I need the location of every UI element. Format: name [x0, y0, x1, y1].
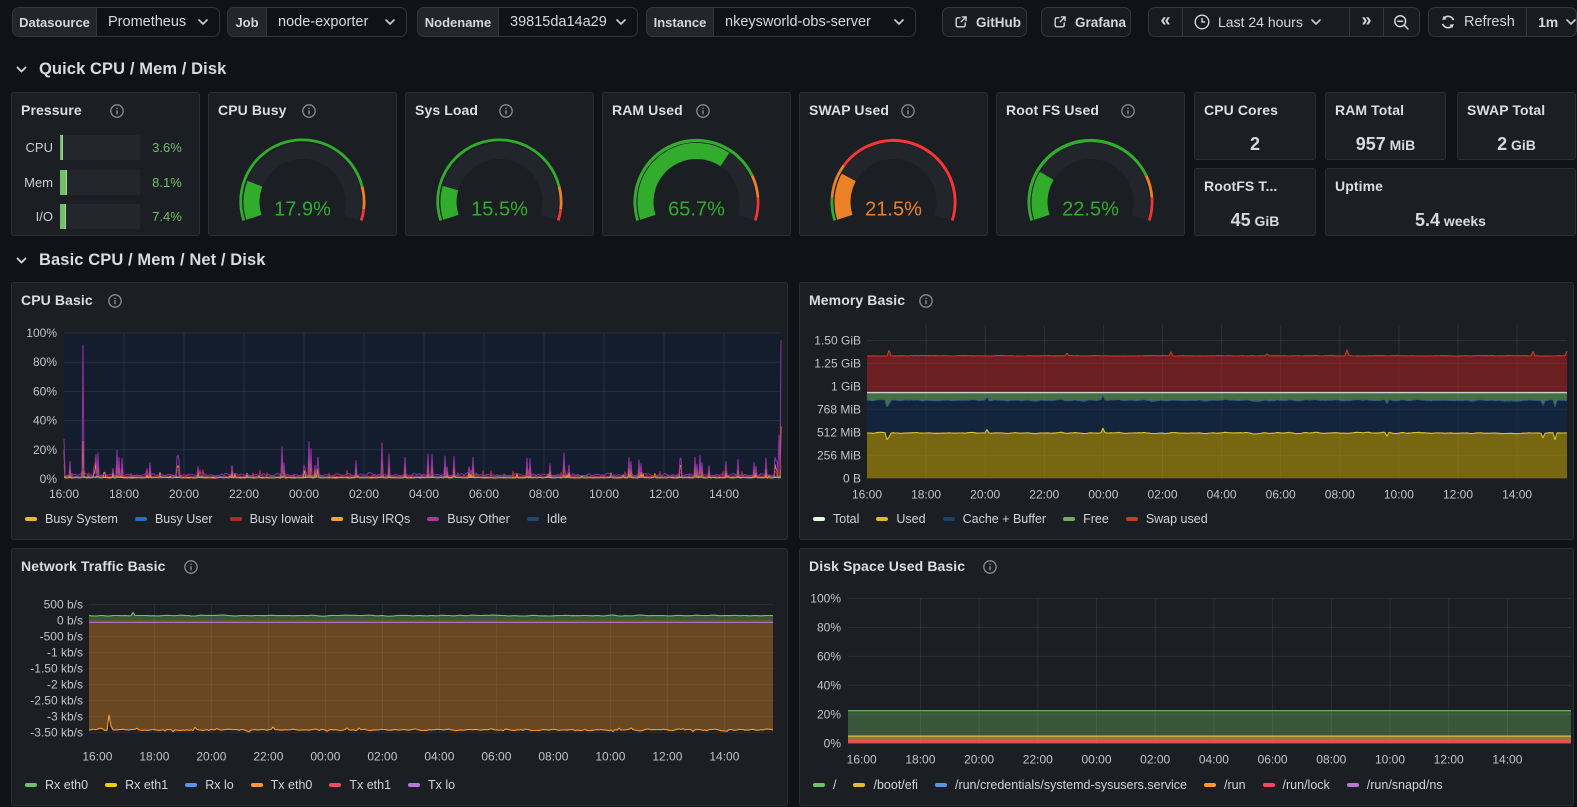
svg-text:40%: 40%	[817, 678, 841, 692]
svg-text:20%: 20%	[33, 443, 57, 457]
svg-text:18:00: 18:00	[139, 749, 169, 763]
svg-text:-2 kb/s: -2 kb/s	[47, 677, 83, 691]
svg-text:22:00: 22:00	[1023, 752, 1053, 766]
svg-text:22.5%: 22.5%	[1062, 199, 1119, 221]
svg-text:20:00: 20:00	[196, 749, 226, 763]
svg-text:18:00: 18:00	[109, 487, 139, 501]
svg-text:500 b/s: 500 b/s	[44, 597, 83, 611]
svg-text:-1.50 kb/s: -1.50 kb/s	[30, 661, 83, 675]
svg-text:-3 kb/s: -3 kb/s	[47, 709, 83, 723]
svg-text:02:00: 02:00	[1140, 752, 1170, 766]
svg-text:12:00: 12:00	[649, 487, 679, 501]
svg-text:1.25 GiB: 1.25 GiB	[814, 357, 861, 371]
svg-text:80%: 80%	[817, 621, 841, 635]
svg-text:100%: 100%	[26, 326, 57, 340]
svg-text:0%: 0%	[40, 472, 58, 486]
svg-text:06:00: 06:00	[1266, 487, 1296, 501]
svg-text:08:00: 08:00	[538, 749, 568, 763]
svg-text:20:00: 20:00	[964, 752, 994, 766]
svg-text:20:00: 20:00	[169, 487, 199, 501]
svg-text:08:00: 08:00	[1325, 487, 1355, 501]
svg-text:18:00: 18:00	[905, 752, 935, 766]
svg-text:10:00: 10:00	[1384, 487, 1414, 501]
svg-text:-2.50 kb/s: -2.50 kb/s	[30, 693, 83, 707]
svg-text:04:00: 04:00	[424, 749, 454, 763]
svg-text:512 MiB: 512 MiB	[817, 425, 861, 439]
svg-text:65.7%: 65.7%	[668, 199, 725, 221]
svg-text:15.5%: 15.5%	[471, 199, 528, 221]
svg-text:1 GiB: 1 GiB	[831, 380, 861, 394]
svg-text:00:00: 00:00	[1081, 752, 1111, 766]
svg-text:12:00: 12:00	[1434, 752, 1464, 766]
svg-text:14:00: 14:00	[1502, 487, 1532, 501]
svg-text:-3.50 kb/s: -3.50 kb/s	[30, 725, 83, 739]
svg-text:16:00: 16:00	[82, 749, 112, 763]
svg-text:14:00: 14:00	[1492, 752, 1522, 766]
svg-text:60%: 60%	[817, 649, 841, 663]
svg-text:10:00: 10:00	[589, 487, 619, 501]
svg-text:06:00: 06:00	[469, 487, 499, 501]
svg-text:1.50 GiB: 1.50 GiB	[814, 334, 861, 348]
svg-text:-500 b/s: -500 b/s	[40, 629, 83, 643]
svg-text:04:00: 04:00	[1207, 487, 1237, 501]
svg-text:768 MiB: 768 MiB	[817, 402, 861, 416]
svg-text:02:00: 02:00	[1147, 487, 1177, 501]
svg-text:22:00: 22:00	[253, 749, 283, 763]
svg-text:20:00: 20:00	[970, 487, 1000, 501]
svg-text:22:00: 22:00	[1029, 487, 1059, 501]
svg-text:16:00: 16:00	[852, 487, 882, 501]
svg-text:100%: 100%	[810, 592, 841, 606]
svg-text:04:00: 04:00	[409, 487, 439, 501]
svg-text:12:00: 12:00	[652, 749, 682, 763]
svg-text:0%: 0%	[824, 736, 842, 750]
svg-text:06:00: 06:00	[481, 749, 511, 763]
svg-text:16:00: 16:00	[847, 752, 877, 766]
svg-text:21.5%: 21.5%	[865, 199, 922, 221]
svg-text:04:00: 04:00	[1199, 752, 1229, 766]
svg-text:22:00: 22:00	[229, 487, 259, 501]
svg-text:02:00: 02:00	[349, 487, 379, 501]
svg-text:16:00: 16:00	[49, 487, 79, 501]
svg-text:0 B: 0 B	[843, 471, 861, 485]
svg-text:14:00: 14:00	[709, 487, 739, 501]
svg-text:08:00: 08:00	[1316, 752, 1346, 766]
svg-text:-1 kb/s: -1 kb/s	[47, 645, 83, 659]
svg-text:0 b/s: 0 b/s	[57, 613, 83, 627]
svg-text:00:00: 00:00	[289, 487, 319, 501]
svg-text:14:00: 14:00	[709, 749, 739, 763]
svg-text:08:00: 08:00	[529, 487, 559, 501]
svg-text:00:00: 00:00	[1088, 487, 1118, 501]
svg-text:06:00: 06:00	[1258, 752, 1288, 766]
svg-text:10:00: 10:00	[1375, 752, 1405, 766]
svg-text:10:00: 10:00	[595, 749, 625, 763]
svg-text:20%: 20%	[817, 707, 841, 721]
svg-text:40%: 40%	[33, 414, 57, 428]
svg-text:80%: 80%	[33, 355, 57, 369]
svg-text:02:00: 02:00	[367, 749, 397, 763]
svg-text:256 MiB: 256 MiB	[817, 448, 861, 462]
svg-text:12:00: 12:00	[1443, 487, 1473, 501]
svg-text:60%: 60%	[33, 384, 57, 398]
svg-text:18:00: 18:00	[911, 487, 941, 501]
svg-text:00:00: 00:00	[310, 749, 340, 763]
svg-text:17.9%: 17.9%	[274, 199, 331, 221]
